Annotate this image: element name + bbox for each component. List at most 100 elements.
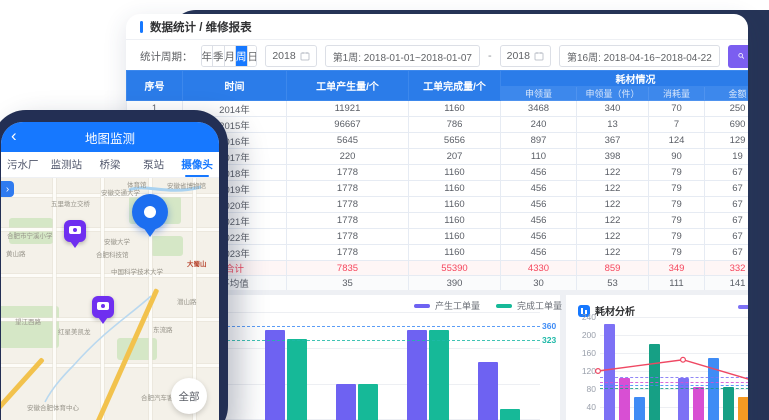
sub-column-header: 消耗量 [649, 87, 705, 101]
period-option-年[interactable]: 年 [202, 46, 214, 66]
consumable-chart-title: 耗材分析 [595, 303, 635, 318]
period-option-季[interactable]: 季 [213, 46, 225, 66]
table-cell: 367 [577, 133, 649, 149]
map-view[interactable]: 体育馆安徽交通大学安徽省博物馆五里墩立交桥合肥市宁溪小学黄山路安徽大学合肥科技馆… [1, 178, 219, 420]
week-to-input[interactable]: 第16周: 2018-04-16~2018-04-22 [559, 45, 720, 67]
table-cell: 129 [705, 133, 749, 149]
y-axis-tick: 160 [572, 348, 596, 358]
reference-line-label: 360 [542, 321, 556, 331]
legend-fragment [738, 305, 748, 309]
bar-完成工单量 [358, 384, 378, 420]
range-separator: - [488, 50, 492, 62]
phone-mockup: ‹ 地图监测 污水厂监测站桥梁泵站摄像头 [0, 110, 228, 420]
table-cell: 67 [705, 197, 749, 213]
year-from-select[interactable]: 2018 [265, 45, 316, 67]
table-cell: 1160 [409, 101, 501, 117]
table-cell: 111 [649, 276, 705, 291]
workorder-chart-legend: 产生工单量完成工单量 [414, 299, 562, 312]
period-option-月[interactable]: 月 [225, 46, 237, 66]
chart-gridline [600, 371, 748, 372]
reference-line [222, 326, 540, 327]
legend-swatch [414, 304, 430, 308]
map-place-label: 安徽交通大学 [101, 187, 140, 197]
year-to-value: 2018 [507, 50, 530, 62]
table-cell: 1778 [287, 213, 409, 229]
average-line [600, 385, 748, 386]
table-cell: 1160 [409, 165, 501, 181]
table-cell: 390 [409, 276, 501, 291]
back-icon[interactable]: ‹ [11, 126, 17, 146]
marker-tail [70, 241, 80, 248]
map-expander-button[interactable]: › [1, 181, 14, 197]
table-cell: 1160 [409, 181, 501, 197]
camera-marker[interactable] [92, 296, 114, 318]
table-cell: 332 [705, 261, 749, 276]
week-from-input[interactable]: 第1周: 2018-01-01~2018-01-07 [325, 45, 480, 67]
marker-tail [143, 227, 157, 237]
tab-监测站[interactable]: 监测站 [45, 152, 89, 177]
search-button[interactable]: 查询 [728, 45, 748, 68]
table-cell: 398 [577, 149, 649, 165]
consumable-bar [738, 397, 748, 420]
period-option-周[interactable]: 周 [236, 46, 248, 66]
chart-gridline [600, 335, 748, 336]
table-cell: 122 [577, 229, 649, 245]
breadcrumb-accent [140, 21, 143, 33]
table-cell: 67 [705, 245, 749, 261]
table-cell: 122 [577, 181, 649, 197]
table-cell: 13 [577, 117, 649, 133]
average-line [600, 382, 748, 383]
map-place-label: 合肥市宁溪小学 [7, 230, 53, 240]
tab-桥梁[interactable]: 桥梁 [88, 152, 132, 177]
table-cell: 35 [287, 276, 409, 291]
phone-screen: ‹ 地图监测 污水厂监测站桥梁泵站摄像头 [1, 122, 219, 420]
table-cell: 122 [577, 165, 649, 181]
camera-marker[interactable] [64, 220, 86, 242]
table-cell: 690 [705, 117, 749, 133]
chart-panel-divider [560, 295, 566, 420]
filter-toolbar: 统计周期： 年季月周日 2018 第1周: 2018-01-01~2018-01… [140, 44, 748, 68]
tab-摄像头[interactable]: 摄像头 [175, 152, 219, 177]
table-cell: 79 [649, 245, 705, 261]
consumable-bar [723, 387, 734, 420]
show-all-button[interactable]: 全部 [171, 378, 207, 414]
page: 数据统计 / 维修报表 统计周期： 年季月周日 2018 第1周: 2018-0… [0, 0, 769, 420]
calendar-icon [534, 51, 544, 61]
table-cell: 5645 [287, 133, 409, 149]
breadcrumb: 数据统计 / 维修报表 [150, 19, 252, 35]
table-cell: 1160 [409, 245, 501, 261]
y-axis-tick: 40 [572, 402, 596, 412]
sub-column-header: 申领量 [501, 87, 577, 101]
column-header: 工单完成量/个 [409, 71, 501, 101]
table-cell: 4330 [501, 261, 577, 276]
legend-item: 产生工单量 [414, 299, 480, 312]
selected-camera-marker[interactable] [132, 194, 168, 230]
table-cell: 124 [649, 133, 705, 149]
phone-header: ‹ 地图监测 [1, 122, 219, 152]
period-option-日[interactable]: 日 [248, 46, 258, 66]
marker-tail [98, 317, 108, 324]
table-cell: 7835 [287, 261, 409, 276]
tab-污水厂[interactable]: 污水厂 [1, 152, 45, 177]
sub-column-header: 申领量（件） [577, 87, 649, 101]
consumable-bar [634, 397, 645, 420]
table-cell: 340 [577, 101, 649, 117]
y-axis-tick: 120 [572, 366, 596, 376]
column-header: 工单产生量/个 [287, 71, 409, 101]
map-place-label: 大蜀山 [187, 258, 207, 268]
bar-产生工单量 [265, 330, 285, 420]
year-to-select[interactable]: 2018 [500, 45, 551, 67]
table-cell: 67 [705, 213, 749, 229]
table-cell: 7 [649, 117, 705, 133]
table-cell: 79 [649, 165, 705, 181]
table-cell: 53 [577, 276, 649, 291]
average-line [600, 377, 748, 378]
table-cell: 79 [649, 197, 705, 213]
table-cell: 207 [409, 149, 501, 165]
table-cell: 96667 [287, 117, 409, 133]
table-cell: 220 [287, 149, 409, 165]
table-cell: 122 [577, 245, 649, 261]
table-cell: 122 [577, 213, 649, 229]
tab-泵站[interactable]: 泵站 [132, 152, 176, 177]
table-cell: 456 [501, 245, 577, 261]
